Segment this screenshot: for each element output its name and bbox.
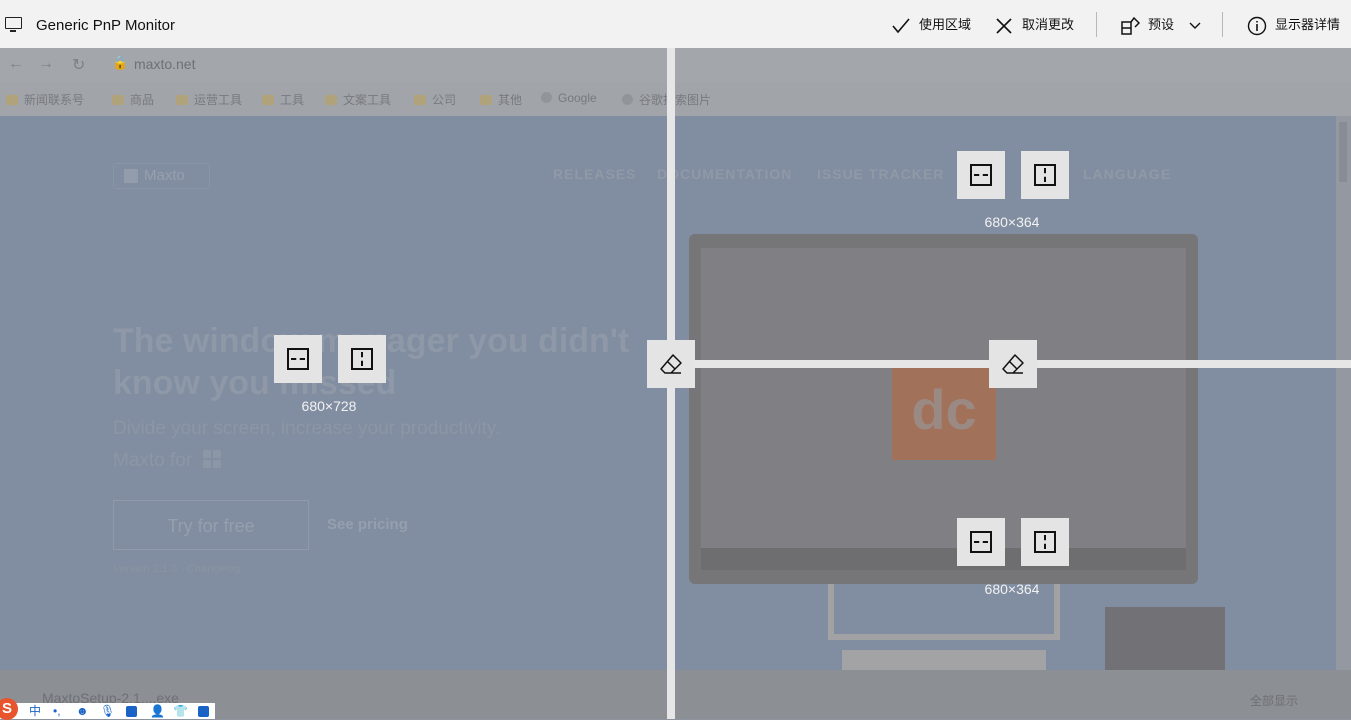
reload-icon: ↻ (72, 57, 86, 74)
split-horizontal-icon (970, 164, 992, 186)
bottom-right-zone-split-vertical-button[interactable] (1021, 518, 1069, 566)
emoji-icon[interactable]: ☻ (76, 704, 89, 718)
presets-button[interactable]: 预设 (1120, 14, 1202, 36)
bookmark-item: 运营工具 (176, 91, 242, 108)
site-nav-link: DOCUMENTATION (657, 166, 793, 182)
bookmarks-bar: 新闻联系号 商品 运营工具 工具 文案工具 公司 其他 Google 谷歌搜索图… (0, 82, 1351, 116)
hero-platform-label: Maxto for (113, 450, 193, 471)
display-details-label: 显示器详情 (1275, 17, 1341, 32)
close-icon (996, 17, 1012, 34)
keyboard-icon[interactable] (126, 706, 137, 717)
eraser-icon (660, 354, 682, 374)
page-scrollbar (1336, 116, 1351, 670)
site-nav-link: ISSUE TRACKER (817, 166, 945, 182)
browser-address-bar: ← → ↻ 🔒 maxto.net (0, 48, 1351, 82)
cancel-changes-button[interactable]: 取消更改 (994, 14, 1074, 36)
left-zone-split-vertical-button[interactable] (338, 335, 386, 383)
use-zone-label: 使用区域 (919, 17, 972, 32)
toolbox-icon[interactable] (198, 706, 209, 717)
hero-platform: Maxto for (113, 450, 222, 472)
sogou-logo-icon[interactable]: S (0, 698, 18, 720)
try-for-free-button: Try for free (113, 500, 309, 550)
bookmark-item: 新闻联系号 (6, 91, 84, 108)
presets-label: 预设 (1148, 17, 1175, 32)
windows-icon (203, 450, 222, 468)
monitor-icon (5, 17, 22, 32)
info-icon (1247, 16, 1267, 35)
checkmark-icon (892, 18, 910, 33)
chevron-down-icon (1189, 22, 1201, 29)
see-pricing-link: See pricing (327, 516, 408, 533)
display-details-button[interactable]: 显示器详情 (1247, 14, 1340, 36)
user-icon[interactable]: 👤 (150, 704, 165, 718)
eraser-icon (1002, 354, 1024, 374)
forward-icon: → (38, 55, 54, 72)
top-right-zone-size: 680×364 (984, 214, 1040, 230)
show-all-link: 全部显示 (1250, 694, 1299, 708)
top-right-zone-split-vertical-button[interactable] (1021, 151, 1069, 199)
bookmark-item: 工具 (262, 91, 304, 108)
use-zone-button[interactable]: 使用区域 (891, 14, 971, 36)
ime-toolbar: S 中 •, ☻ 🎙 👤 👕 (0, 698, 215, 720)
presets-icon (1121, 16, 1140, 35)
monitor-name: Generic PnP Monitor (36, 17, 175, 34)
back-icon: ← (8, 55, 24, 72)
bookmark-item: 商品 (112, 91, 154, 108)
browser-url: maxto.net (134, 56, 196, 72)
microphone-icon[interactable]: 🎙 (100, 704, 115, 718)
version-text: Version 2.1.0 · Changelog (113, 563, 241, 575)
split-horizontal-icon (287, 348, 309, 370)
toolbar-divider (1222, 12, 1223, 37)
bookmark-item: 文案工具 (325, 91, 391, 108)
split-horizontal-icon (970, 531, 992, 553)
split-vertical-icon (1034, 531, 1056, 553)
device-taskbar (701, 548, 1186, 570)
vertical-divider-erase-button[interactable] (647, 340, 695, 388)
bottom-right-zone-size: 680×364 (984, 581, 1040, 597)
split-vertical-icon (1034, 164, 1056, 186)
bookmark-item: 其他 (480, 91, 522, 108)
horizontal-divider-erase-button[interactable] (989, 340, 1037, 388)
bookmark-item: Google (541, 91, 597, 105)
skin-icon[interactable]: 👕 (173, 704, 188, 718)
left-zone-split-horizontal-button[interactable] (274, 335, 322, 383)
site-nav-link: RELEASES (553, 166, 637, 182)
device-mockup: dc (689, 234, 1198, 584)
device-stand-base (842, 650, 1046, 670)
ime-mode-toggle[interactable]: 中 (29, 704, 41, 718)
bottom-right-zone-split-horizontal-button[interactable] (957, 518, 1005, 566)
cancel-changes-label: 取消更改 (1022, 17, 1075, 32)
top-right-zone-split-horizontal-button[interactable] (957, 151, 1005, 199)
punctuation-icon[interactable]: •, (53, 704, 61, 718)
site-logo: Maxto (113, 163, 210, 189)
bookmark-item: 公司 (414, 91, 456, 108)
toolbar-divider (1096, 12, 1097, 37)
site-nav-link: LANGUAGE (1083, 166, 1172, 182)
hero-subtitle: Divide your screen, increase your produc… (113, 418, 501, 439)
left-zone-size: 680×728 (301, 398, 357, 414)
split-vertical-icon (351, 348, 373, 370)
lock-icon: 🔒 (112, 55, 129, 70)
dc-app-logo: dc (892, 360, 996, 460)
zone-editor-toolbar: Generic PnP Monitor 使用区域 取消更改 预设 显示器详情 (0, 0, 1351, 48)
